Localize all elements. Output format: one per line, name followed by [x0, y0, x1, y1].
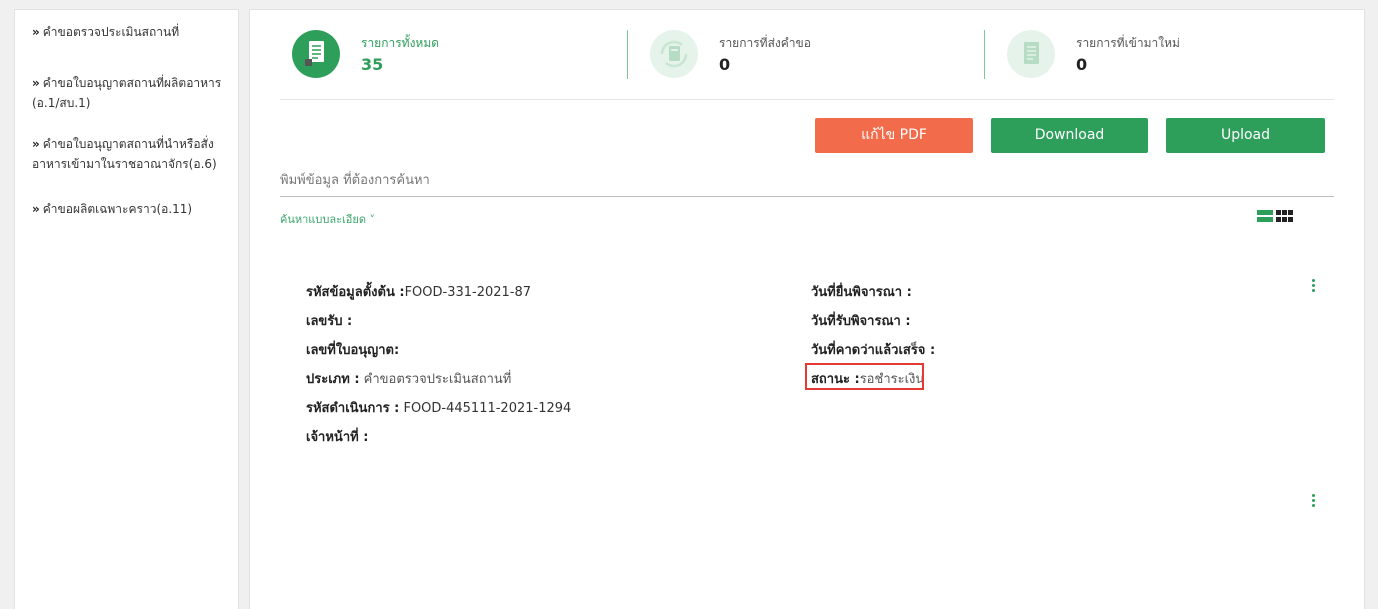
double-chevron-icon: »	[32, 137, 40, 151]
accept-date: วันที่รับพิจารณา :	[811, 310, 911, 331]
origin-code-label: รหัสข้อมูลตั้งต้น :	[306, 285, 405, 300]
license-no-label: เลขที่ใบอนุญาต:	[306, 343, 400, 358]
double-chevron-icon: »	[32, 202, 40, 216]
view-toggle	[1257, 208, 1295, 224]
officer-label: เจ้าหน้าที่ :	[306, 430, 369, 445]
edit-pdf-button[interactable]: แก้ไข PDF	[815, 118, 973, 153]
receipt-no-label: เลขรับ :	[306, 314, 353, 329]
sidebar-item-label: คำขอผลิตเฉพาะคราว(อ.11)	[42, 202, 193, 216]
stat-value: 0	[719, 55, 731, 74]
request-type: ประเภท : คำขอตรวจประเมินสถานที่	[306, 368, 511, 389]
upload-button[interactable]: Upload	[1166, 118, 1325, 153]
kebab-menu-icon[interactable]	[1312, 494, 1316, 510]
kebab-menu-icon[interactable]	[1312, 279, 1316, 295]
sidebar-item-production-license[interactable]: » คำขอใบอนุญาตสถานที่ผลิตอาหาร (อ.1/สบ.1)	[32, 73, 232, 113]
expected-date: วันที่คาดว่าแล้วเสร็จ :	[811, 339, 935, 360]
stats-bar: รายการทั้งหมด 35 รายการที่ส่งคำขอ 0 รายก…	[280, 10, 1334, 100]
accept-date-label: วันที่รับพิจารณา :	[811, 314, 911, 329]
stat-value: 35	[361, 55, 384, 74]
receipt-no: เลขรับ :	[306, 310, 352, 331]
sidebar-item-label: คำขอใบอนุญาตสถานที่ผลิตอาหาร (อ.1/สบ.1)	[32, 76, 222, 110]
stat-label: รายการทั้งหมด	[361, 36, 440, 50]
sidebar-item-label: คำขอตรวจประเมินสถานที่	[42, 25, 180, 39]
license-no: เลขที่ใบอนุญาต:	[306, 339, 399, 360]
process-code-value: FOOD-445111-2021-1294	[399, 401, 572, 416]
main-panel: รายการทั้งหมด 35 รายการที่ส่งคำขอ 0 รายก…	[249, 9, 1365, 609]
stat-label: รายการที่ส่งคำขอ	[719, 36, 811, 50]
sidebar: » คำขอตรวจประเมินสถานที่ » คำขอใบอนุญาตสถา…	[14, 9, 239, 609]
search-input[interactable]	[280, 164, 1334, 197]
type-label: ประเภท :	[306, 372, 360, 387]
sidebar-item-site-inspection[interactable]: » คำขอตรวจประเมินสถานที่	[32, 22, 232, 42]
sidebar-item-import-license[interactable]: » คำขอใบอนุญาตสถานที่นำหรือสั่งอาหารเข้าม…	[32, 134, 232, 174]
refresh-document-icon	[650, 30, 698, 78]
new-document-icon	[1007, 30, 1055, 78]
status-highlight-box	[805, 363, 924, 390]
stat-value: 0	[1076, 55, 1088, 74]
double-chevron-icon: »	[32, 25, 40, 39]
expected-date-label: วันที่คาดว่าแล้วเสร็จ :	[811, 343, 936, 358]
sidebar-item-label: คำขอใบอนุญาตสถานที่นำหรือสั่งอาหารเข้ามา…	[32, 137, 217, 171]
stat-label: รายการที่เข้ามาใหม่	[1076, 36, 1180, 50]
double-chevron-icon: »	[32, 76, 40, 90]
submit-date-label: วันที่ยื่นพิจารณา :	[811, 285, 912, 300]
divider	[627, 30, 628, 79]
submit-date: วันที่ยื่นพิจารณา :	[811, 281, 912, 302]
process-code: รหัสดำเนินการ : FOOD-445111-2021-1294	[306, 397, 571, 418]
download-button[interactable]: Download	[991, 118, 1148, 153]
officer: เจ้าหน้าที่ :	[306, 426, 368, 447]
process-code-label: รหัสดำเนินการ :	[306, 401, 400, 416]
origin-code-value: FOOD-331-2021-87	[404, 285, 532, 300]
grid-view-icon[interactable]	[1276, 210, 1293, 222]
origin-code: รหัสข้อมูลตั้งต้น :FOOD-331-2021-87	[306, 281, 531, 302]
divider	[984, 30, 985, 79]
advanced-search-toggle[interactable]: ค้นหาแบบละเอียด ˅	[280, 210, 375, 228]
sidebar-item-temporary-production[interactable]: » คำขอผลิตเฉพาะคราว(อ.11)	[32, 199, 232, 219]
document-icon	[292, 30, 340, 78]
type-value: คำขอตรวจประเมินสถานที่	[359, 372, 512, 387]
list-view-icon[interactable]	[1257, 210, 1273, 222]
